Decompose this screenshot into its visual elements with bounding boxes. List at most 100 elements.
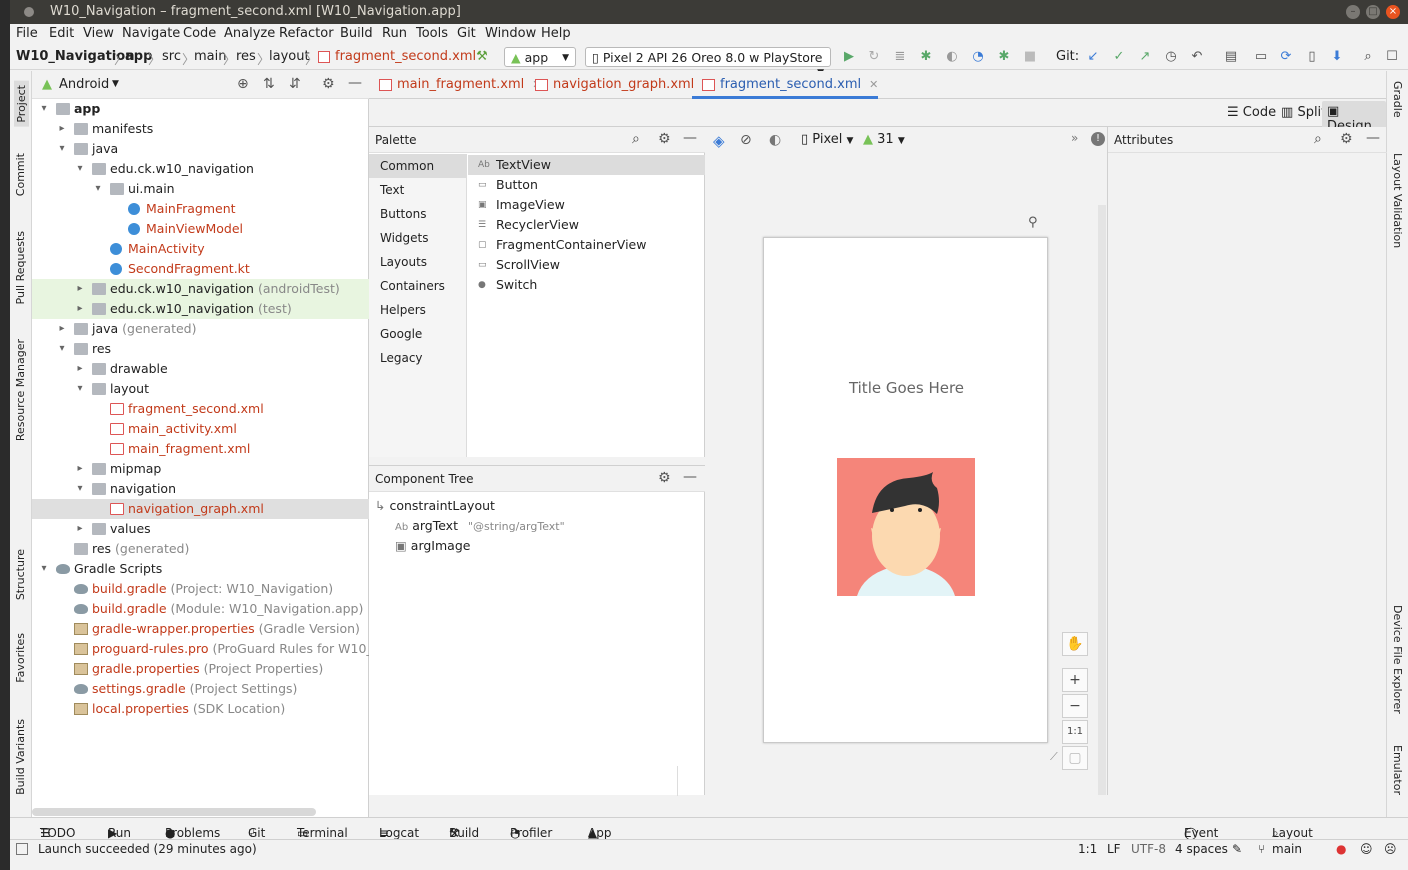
stop-icon[interactable]: ■ <box>1022 49 1038 65</box>
chevron-right-icon[interactable]: ▸ <box>56 119 68 139</box>
tool-window-project[interactable]: Project <box>14 81 29 127</box>
tree-item[interactable]: ▸ edu.ck.w10_navigation (test) <box>32 299 369 319</box>
menu-code[interactable]: Code <box>183 26 216 41</box>
tree-item[interactable]: ▾ edu.ck.w10_navigation <box>32 159 369 179</box>
tree-item[interactable]: MainActivity <box>32 239 369 259</box>
tree-item[interactable]: ▸ drawable <box>32 359 369 379</box>
palette-category[interactable]: Buttons <box>369 202 467 226</box>
search-icon[interactable]: ⌕ <box>1314 131 1322 147</box>
tab-navigation-graph[interactable]: navigation_graph.xml✕ <box>525 71 712 99</box>
component-node-argtext[interactable]: Ab argText "@string/argText" <box>395 516 565 536</box>
tree-item[interactable]: MainViewModel <box>32 219 369 239</box>
maximize-icon[interactable]: □ <box>1366 5 1380 19</box>
zoom-fit-icon[interactable]: ▢ <box>1062 746 1088 770</box>
more-icon[interactable]: » <box>1071 131 1078 145</box>
project-view-select[interactable]: Android <box>59 77 109 92</box>
tree-item[interactable]: ▸ values <box>32 519 369 539</box>
frown-icon[interactable]: ☹ <box>1384 842 1397 856</box>
expand-all-icon[interactable]: ⇅ <box>263 76 275 92</box>
menu-tools[interactable]: Tools <box>416 26 448 41</box>
attach-icon[interactable]: ✱ <box>996 49 1012 65</box>
profile-icon[interactable]: ◐ <box>944 49 960 65</box>
tree-item[interactable]: navigation_graph.xml <box>32 499 369 519</box>
breadcrumb-layout[interactable]: layout <box>269 49 310 64</box>
menu-navigate[interactable]: Navigate <box>122 26 180 41</box>
menu-analyze[interactable]: Analyze <box>224 26 275 41</box>
device-select[interactable]: ▯ Pixel 2 API 26 Oreo 8.0 w PlayStore ▼ <box>585 47 831 78</box>
menu-view[interactable]: View <box>83 26 114 41</box>
tool-window-emulator[interactable]: Emulator <box>1391 745 1404 795</box>
zoom-in-icon[interactable]: + <box>1062 668 1088 692</box>
rollback-icon[interactable]: ↶ <box>1189 49 1205 65</box>
tree-item[interactable]: ▸ java (generated) <box>32 319 369 339</box>
readonly-toggle-icon[interactable]: ✎ <box>1232 842 1242 856</box>
gear-icon[interactable]: ⚙ <box>658 470 671 486</box>
palette-category[interactable]: Containers <box>369 274 467 298</box>
wrench-icon[interactable]: ⚲ <box>1028 215 1038 230</box>
locate-icon[interactable]: ⊕ <box>237 76 249 92</box>
zoom-out-icon[interactable]: − <box>1062 694 1088 718</box>
close-tab-icon[interactable]: ✕ <box>869 78 878 91</box>
git-push-icon[interactable]: ↗ <box>1137 49 1153 65</box>
tool-window-device-file-explorer[interactable]: Device File Explorer <box>1391 605 1404 714</box>
tree-item[interactable]: build.gradle (Module: W10_Navigation.app… <box>32 599 369 619</box>
tree-item[interactable]: proguard-rules.pro (ProGuard Rules for W… <box>32 639 369 659</box>
tree-item[interactable]: MainFragment <box>32 199 369 219</box>
smile-icon[interactable]: ☺ <box>1360 842 1373 856</box>
chevron-down-icon[interactable]: ▾ <box>56 339 68 359</box>
palette-category[interactable]: Layouts <box>369 250 467 274</box>
caret-position[interactable]: 1:1 <box>1078 842 1097 856</box>
tree-item[interactable]: ▸ edu.ck.w10_navigation (androidTest) <box>32 279 369 299</box>
breadcrumb-src[interactable]: src <box>162 49 181 64</box>
run-icon[interactable]: ▶ <box>841 49 857 65</box>
chevron-down-icon[interactable]: ▾ <box>38 559 50 579</box>
tool-window-layout-validation[interactable]: Layout Validation <box>1391 153 1404 248</box>
chevron-down-icon[interactable]: ▾ <box>56 139 68 159</box>
palette-category[interactable]: Helpers <box>369 298 467 322</box>
error-icon[interactable]: ● <box>1336 842 1346 856</box>
sdk-manager-icon[interactable]: ⬇ <box>1329 49 1345 65</box>
run-config-select[interactable]: ▲ app ▼ <box>504 47 576 67</box>
project-structure-icon[interactable]: ▤ <box>1223 49 1239 65</box>
night-mode-icon[interactable]: ◐ <box>769 132 781 148</box>
tree-item[interactable]: SecondFragment.kt <box>32 259 369 279</box>
chevron-down-icon[interactable]: ▾ <box>74 479 86 499</box>
palette-item-imageview[interactable]: ▣ ImageView <box>468 195 705 215</box>
palette-item-scrollview[interactable]: ▭ ScrollView <box>468 255 705 275</box>
orientation-icon[interactable]: ⊘ <box>740 132 752 148</box>
menu-help[interactable]: Help <box>541 26 571 41</box>
palette-item-textview[interactable]: Ab TextView <box>468 155 705 175</box>
tool-window-favorites[interactable]: Favorites <box>14 633 27 683</box>
palette-category[interactable]: Text <box>369 178 467 202</box>
hammer-icon[interactable]: ⚒ <box>474 49 490 65</box>
menu-edit[interactable]: Edit <box>49 26 74 41</box>
canvas-vertical-scrollbar[interactable] <box>1098 205 1106 795</box>
collapse-all-icon[interactable]: ⇵ <box>289 76 301 92</box>
menu-file[interactable]: File <box>16 26 38 41</box>
tool-window-pull-requests[interactable]: Pull Requests <box>14 231 27 304</box>
tree-item[interactable]: build.gradle (Project: W10_Navigation) <box>32 579 369 599</box>
code-mode-button[interactable]: ☰ Code <box>1227 105 1276 120</box>
menu-refactor[interactable]: Refactor <box>279 26 334 41</box>
minimize-icon[interactable]: – <box>1346 5 1360 19</box>
search-icon[interactable]: ⌕ <box>632 131 640 147</box>
palette-category[interactable]: Legacy <box>369 346 467 370</box>
tab-fragment-second[interactable]: fragment_second.xml ✕ <box>692 71 879 99</box>
tool-window-gradle[interactable]: Gradle <box>1391 81 1404 118</box>
tree-item[interactable]: gradle-wrapper.properties (Gradle Versio… <box>32 619 369 639</box>
device-select[interactable]: ▯ Pixel ▼ <box>801 132 853 147</box>
tree-item[interactable]: ▾ java <box>32 139 369 159</box>
preview-title-text[interactable]: Title Goes Here <box>764 379 1049 397</box>
palette-category[interactable]: Widgets <box>369 226 467 250</box>
toggle-panels-icon[interactable] <box>16 843 28 855</box>
tree-item[interactable]: ▾ res <box>32 339 369 359</box>
settings-icon[interactable]: ☐ <box>1384 49 1400 65</box>
tool-window-build-variants[interactable]: Build Variants <box>14 719 27 795</box>
status-message[interactable]: Launch succeeded (29 minutes ago) <box>38 842 257 856</box>
pan-icon[interactable]: ✋ <box>1062 632 1088 656</box>
chevron-right-icon[interactable]: ▸ <box>74 299 86 319</box>
menu-git[interactable]: Git <box>457 26 476 41</box>
chevron-right-icon[interactable]: ▸ <box>74 279 86 299</box>
git-branch[interactable]: main <box>1272 842 1302 856</box>
chevron-down-icon[interactable]: ▾ <box>92 179 104 199</box>
